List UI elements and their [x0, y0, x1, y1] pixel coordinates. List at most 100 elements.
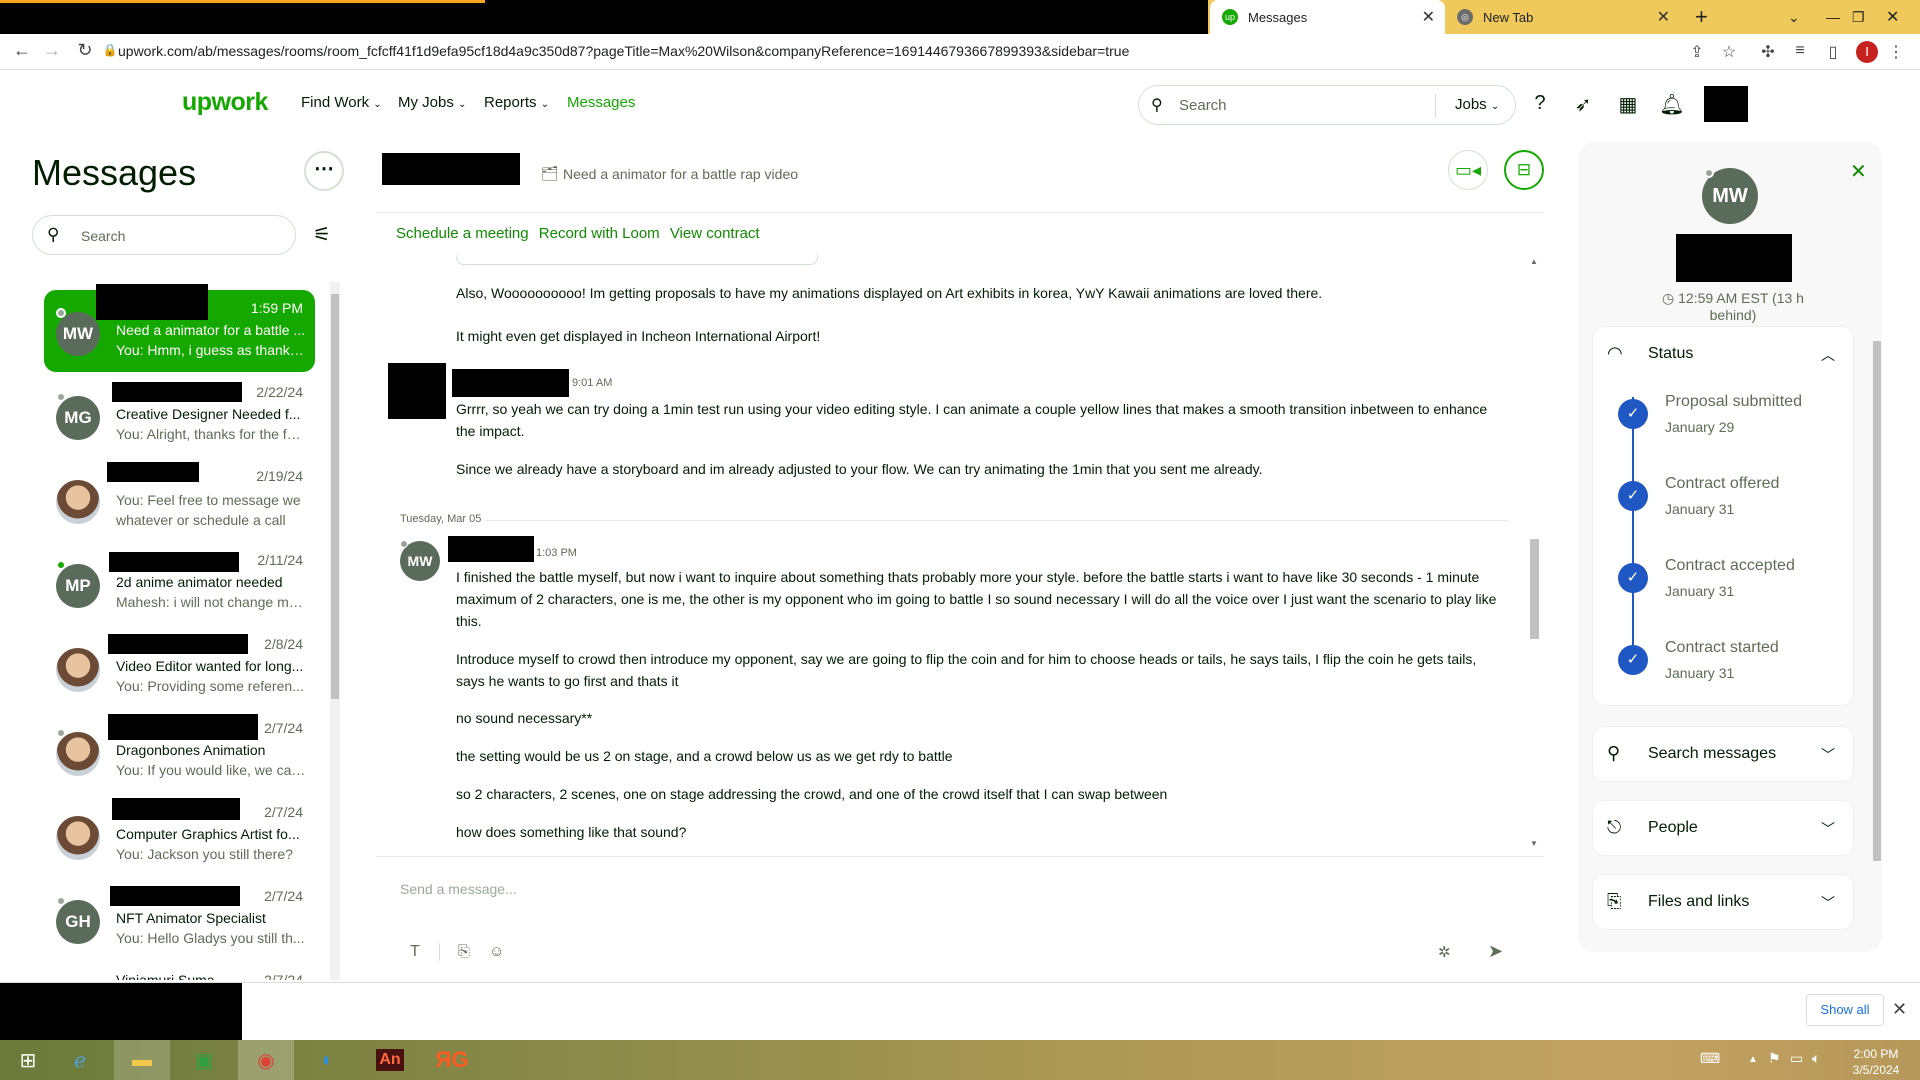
- ai-assist-icon[interactable]: ✲: [1438, 943, 1451, 961]
- header-search[interactable]: ⚲ Search Jobs ⌄: [1138, 85, 1516, 125]
- account-avatar-redacted[interactable]: [1704, 86, 1748, 122]
- battery-icon[interactable]: ▭: [1790, 1050, 1803, 1067]
- chevron-down-icon[interactable]: ﹀: [1821, 819, 1835, 839]
- toggle-sidebar-button[interactable]: ⊟: [1504, 150, 1544, 190]
- clock-time: 2:00 PM: [1853, 1047, 1899, 1061]
- conversation-search-input[interactable]: ⚲ Search: [32, 215, 296, 255]
- close-sidebar-icon[interactable]: ✕: [1850, 159, 1867, 184]
- taskbar-clock[interactable]: 2:00 PM 3/5/2024: [1838, 1046, 1914, 1078]
- direct-contracts-icon[interactable]: ➶: [1570, 92, 1596, 117]
- message-input[interactable]: Send a message...: [400, 881, 517, 897]
- profile-avatar[interactable]: I: [1856, 41, 1878, 63]
- close-tab-icon[interactable]: ✕: [1657, 7, 1670, 27]
- step-date: January 31: [1665, 583, 1735, 599]
- conversation-title: Creative Designer Needed f...: [116, 406, 301, 422]
- video-call-button[interactable]: ▭◂: [1448, 150, 1488, 190]
- view-contract-link[interactable]: View contract: [670, 225, 760, 242]
- nav-my-jobs[interactable]: My Jobs ⌄: [398, 94, 466, 111]
- chrome-icon[interactable]: ◉: [238, 1040, 294, 1080]
- download-item-redacted[interactable]: [0, 983, 242, 1041]
- reading-list-icon[interactable]: ≡: [1790, 42, 1810, 60]
- close-download-bar-icon[interactable]: ✕: [1892, 999, 1907, 1020]
- tray-expand-icon[interactable]: ▲: [1748, 1054, 1758, 1065]
- conversation-item[interactable]: 2/7/24 Vinjamuri Suma: [44, 962, 315, 980]
- emoji-icon[interactable]: ☺: [489, 943, 504, 960]
- search-messages-section[interactable]: ⚲ Search messages ﹀: [1592, 726, 1854, 782]
- moho-app-icon[interactable]: ЯG: [424, 1040, 480, 1080]
- edge-icon[interactable]: ◐: [300, 1040, 356, 1080]
- close-tab-icon[interactable]: ✕: [1422, 7, 1435, 27]
- conversation-item[interactable]: 2/8/24 Video Editor wanted for long... Y…: [44, 626, 315, 708]
- tab-messages[interactable]: up Messages ✕: [1210, 0, 1445, 34]
- attachment-card[interactable]: [456, 255, 818, 265]
- conversation-item[interactable]: MG 2/22/24 Creative Designer Needed f...…: [44, 374, 315, 456]
- conversation-item[interactable]: MP 2/11/24 2d anime animator needed Mahe…: [44, 542, 315, 624]
- message-text: I finished the battle myself, but now i …: [456, 569, 1497, 629]
- new-tab-icon[interactable]: +: [1695, 0, 1708, 34]
- job-title[interactable]: Need a animator for a battle rap video: [563, 166, 798, 182]
- bookmark-star-icon[interactable]: ☆: [1719, 42, 1739, 62]
- file-explorer-icon[interactable]: ▬: [114, 1040, 170, 1080]
- conversation-item[interactable]: 2/7/24 Computer Graphics Artist fo... Yo…: [44, 794, 315, 876]
- conversation-item[interactable]: GH 2/7/24 NFT Animator Specialist You: H…: [44, 878, 315, 960]
- tab-new-tab[interactable]: ◎ New Tab ✕: [1445, 0, 1680, 34]
- tab-search-chevron-icon[interactable]: ⌄: [1788, 0, 1800, 34]
- scrollbar-thumb[interactable]: [331, 294, 339, 699]
- close-window-icon[interactable]: ✕: [1886, 0, 1899, 34]
- back-icon[interactable]: ←: [10, 40, 34, 61]
- section-title: Search messages: [1648, 745, 1777, 762]
- share-icon[interactable]: ⇪: [1687, 42, 1707, 62]
- upwork-logo[interactable]: upwork: [182, 88, 268, 117]
- people-icon: ⎋: [1607, 817, 1622, 837]
- animate-app-icon[interactable]: An: [362, 1040, 418, 1080]
- forward-icon[interactable]: →: [40, 40, 64, 61]
- minimize-icon[interactable]: —: [1826, 0, 1840, 34]
- reload-icon[interactable]: ↻: [73, 40, 97, 61]
- conversation-list-scrollbar[interactable]: [330, 282, 340, 980]
- divider: [486, 520, 1508, 521]
- internet-explorer-icon[interactable]: ℯ: [52, 1040, 108, 1080]
- start-windows-icon[interactable]: ⊞: [0, 1040, 56, 1080]
- record-with-loom-link[interactable]: Record with Loom: [539, 225, 660, 242]
- message-composer[interactable]: Send a message... T ⎘ ☺ ✲ ➤: [376, 856, 1544, 984]
- filter-icon[interactable]: ⚟: [313, 222, 331, 247]
- url-field[interactable]: upwork.com/ab/messages/rooms/room_fcfcff…: [118, 43, 1129, 59]
- restore-icon[interactable]: ❐: [1852, 0, 1865, 34]
- scrollbar-thumb[interactable]: [1530, 539, 1539, 639]
- scroll-down-arrow-icon[interactable]: ▼: [1530, 839, 1538, 848]
- scrollbar-thumb[interactable]: [1873, 341, 1881, 861]
- files-and-links-section[interactable]: ⎘ Files and links ﹀: [1592, 874, 1854, 930]
- apps-grid-icon[interactable]: ▦: [1615, 92, 1641, 117]
- keyboard-icon[interactable]: ⌨: [1700, 1050, 1720, 1067]
- chevron-up-icon[interactable]: ︿: [1821, 345, 1835, 365]
- schedule-meeting-link[interactable]: Schedule a meeting: [396, 225, 529, 242]
- volume-icon[interactable]: 🔈︎: [1812, 1050, 1820, 1067]
- search-scope-dropdown[interactable]: Jobs ⌄: [1455, 96, 1499, 113]
- people-section[interactable]: ⎋ People ﹀: [1592, 800, 1854, 856]
- date-divider: Tuesday, Mar 05: [400, 513, 482, 525]
- nav-reports[interactable]: Reports ⌄: [484, 94, 549, 111]
- nav-messages[interactable]: Messages: [567, 94, 635, 111]
- send-icon[interactable]: ➤: [1488, 941, 1503, 962]
- browser-menu-icon[interactable]: ⋮: [1886, 42, 1906, 62]
- scroll-up-arrow-icon[interactable]: ▲: [1530, 257, 1538, 266]
- store-icon[interactable]: ▣: [176, 1040, 232, 1080]
- side-panel-icon[interactable]: ▯: [1823, 42, 1843, 62]
- chevron-down-icon[interactable]: ﹀: [1821, 745, 1835, 765]
- chat-scrollbar[interactable]: ▲ ▼: [1528, 257, 1540, 849]
- nav-find-work[interactable]: Find Work ⌄: [301, 94, 382, 111]
- text-format-icon[interactable]: T: [410, 943, 420, 961]
- notifications-bell-icon[interactable]: 🔔︎: [1659, 92, 1685, 117]
- network-icon[interactable]: ⚑: [1768, 1050, 1781, 1067]
- chevron-down-icon[interactable]: ﹀: [1821, 893, 1835, 913]
- help-icon[interactable]: ?: [1527, 92, 1553, 115]
- conversation-item[interactable]: 2/19/24 You: Feel free to message we wha…: [44, 458, 315, 540]
- attachment-paperclip-icon[interactable]: ⎘: [458, 943, 470, 960]
- sidebar-scrollbar[interactable]: [1872, 327, 1882, 947]
- conversation-item[interactable]: 2/7/24 Dragonbones Animation You: If you…: [44, 710, 315, 792]
- more-options-button[interactable]: ⋯: [304, 151, 344, 191]
- extensions-icon[interactable]: ✣: [1758, 42, 1778, 62]
- status-step: ✓ Contract offered January 31: [1593, 469, 1855, 551]
- show-all-downloads-button[interactable]: Show all: [1806, 994, 1884, 1026]
- conversation-item[interactable]: MW 1:59 PM Need a animator for a battle …: [44, 284, 315, 372]
